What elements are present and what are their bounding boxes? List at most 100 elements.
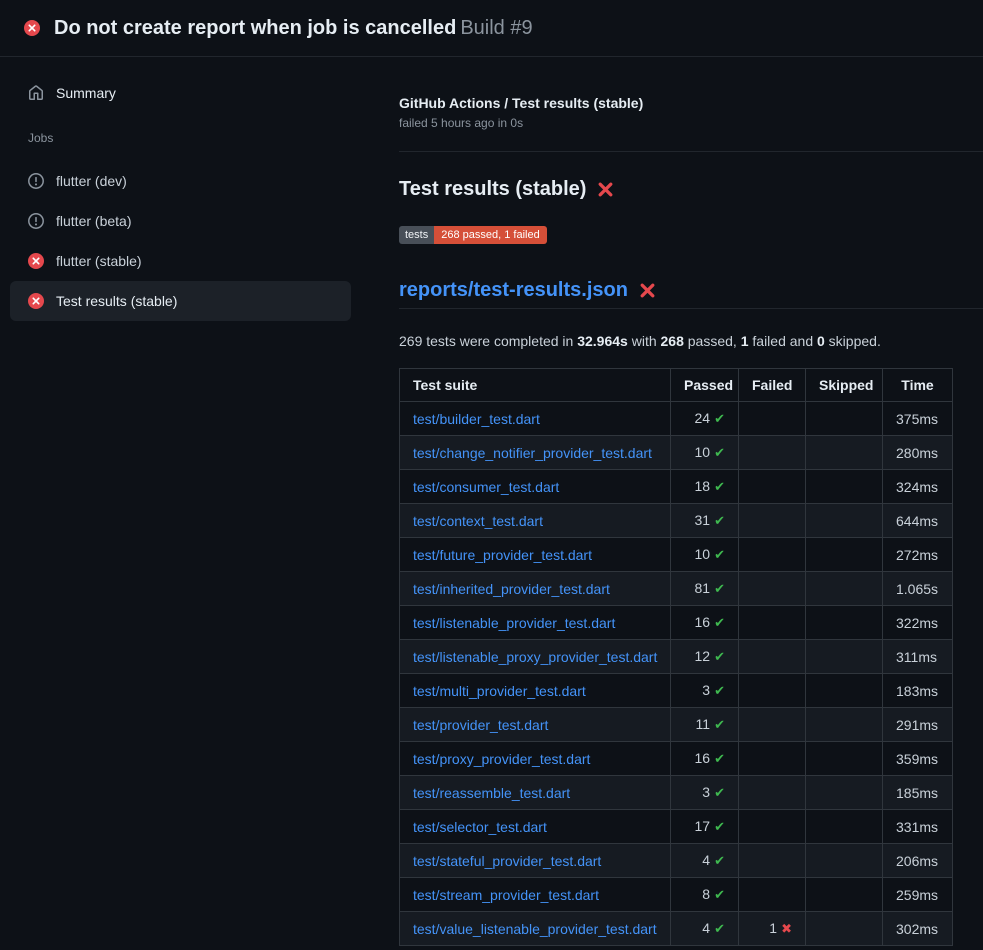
time-cell: 185ms <box>883 776 953 810</box>
passed-cell: 24✔ <box>671 402 739 436</box>
cross-mark-icon <box>597 181 614 198</box>
suite-link[interactable]: test/consumer_test.dart <box>413 479 559 495</box>
time-cell: 1.065s <box>883 572 953 606</box>
suite-link[interactable]: test/reassemble_test.dart <box>413 785 570 801</box>
failed-status-icon <box>28 293 44 309</box>
suite-cell: test/future_provider_test.dart <box>400 538 671 572</box>
job-label: flutter (beta) <box>56 213 131 229</box>
col-header-time: Time <box>883 369 953 402</box>
skipped-cell <box>806 538 883 572</box>
page-title: Do not create report when job is cancell… <box>54 17 533 40</box>
section-title-text: Test results (stable) <box>399 178 586 201</box>
suite-link[interactable]: test/stream_provider_test.dart <box>413 887 599 903</box>
time-cell: 322ms <box>883 606 953 640</box>
passed-cell: 3✔ <box>671 776 739 810</box>
sidebar-item-summary[interactable]: Summary <box>10 73 351 113</box>
report-link[interactable]: reports/test-results.json <box>399 279 628 302</box>
sidebar-item-flutter-dev[interactable]: flutter (dev) <box>10 161 351 201</box>
col-header-skipped: Skipped <box>806 369 883 402</box>
skipped-cell <box>806 470 883 504</box>
passed-cell: 18✔ <box>671 470 739 504</box>
suite-link[interactable]: test/value_listenable_provider_test.dart <box>413 921 657 937</box>
table-row: test/stream_provider_test.dart 8✔ 259ms <box>400 878 953 912</box>
passed-cell: 31✔ <box>671 504 739 538</box>
summary-line: 269 tests were completed in 32.964s with… <box>399 333 983 349</box>
report-title: reports/test-results.json <box>399 279 983 309</box>
suite-link[interactable]: test/selector_test.dart <box>413 819 547 835</box>
sidebar-item-test-results-stable[interactable]: Test results (stable) <box>10 281 351 321</box>
table-row: test/multi_provider_test.dart 3✔ 183ms <box>400 674 953 708</box>
suite-link[interactable]: test/inherited_provider_test.dart <box>413 581 610 597</box>
suite-link[interactable]: test/stateful_provider_test.dart <box>413 853 601 869</box>
time-cell: 375ms <box>883 402 953 436</box>
time-cell: 291ms <box>883 708 953 742</box>
suite-link[interactable]: test/change_notifier_provider_test.dart <box>413 445 652 461</box>
sidebar-item-flutter-stable[interactable]: flutter (stable) <box>10 241 351 281</box>
sidebar-item-flutter-beta[interactable]: flutter (beta) <box>10 201 351 241</box>
time-cell: 644ms <box>883 504 953 538</box>
build-number: Build #9 <box>460 17 532 39</box>
passed-cell: 12✔ <box>671 640 739 674</box>
table-row: test/value_listenable_provider_test.dart… <box>400 912 953 946</box>
suite-link[interactable]: test/listenable_proxy_provider_test.dart <box>413 649 657 665</box>
failed-cell <box>739 436 806 470</box>
suite-cell: test/proxy_provider_test.dart <box>400 742 671 776</box>
app-header: Do not create report when job is cancell… <box>0 0 983 57</box>
skipped-cell <box>806 708 883 742</box>
skipped-cell <box>806 504 883 538</box>
suite-link[interactable]: test/provider_test.dart <box>413 717 548 733</box>
summary-passed-count: 268 <box>661 333 684 349</box>
check-icon: ✔ <box>714 751 725 766</box>
suite-link[interactable]: test/proxy_provider_test.dart <box>413 751 590 767</box>
failed-cell <box>739 742 806 776</box>
badge-label: tests <box>399 226 434 244</box>
main-layout: Summary Jobs flutter (dev) flutter (beta… <box>0 57 983 946</box>
col-header-passed: Passed <box>671 369 739 402</box>
skipped-cell <box>806 742 883 776</box>
summary-duration: 32.964s <box>577 333 628 349</box>
failed-cell <box>739 402 806 436</box>
home-icon <box>28 85 44 101</box>
time-cell: 331ms <box>883 810 953 844</box>
neutral-status-icon <box>28 173 44 189</box>
time-cell: 183ms <box>883 674 953 708</box>
failed-cell <box>739 470 806 504</box>
table-row: test/consumer_test.dart 18✔ 324ms <box>400 470 953 504</box>
check-icon: ✔ <box>714 717 725 732</box>
skipped-cell <box>806 572 883 606</box>
suite-link[interactable]: test/multi_provider_test.dart <box>413 683 586 699</box>
suite-cell: test/consumer_test.dart <box>400 470 671 504</box>
check-icon: ✔ <box>714 921 725 936</box>
check-icon: ✔ <box>714 615 725 630</box>
check-icon: ✔ <box>714 547 725 562</box>
failed-cell <box>739 606 806 640</box>
suite-cell: test/selector_test.dart <box>400 810 671 844</box>
passed-cell: 10✔ <box>671 436 739 470</box>
suite-link[interactable]: test/builder_test.dart <box>413 411 540 427</box>
suite-cell: test/change_notifier_provider_test.dart <box>400 436 671 470</box>
main-content: GitHub Actions / Test results (stable) f… <box>399 57 983 946</box>
failed-cell <box>739 708 806 742</box>
passed-cell: 16✔ <box>671 606 739 640</box>
check-icon: ✔ <box>714 887 725 902</box>
suite-link[interactable]: test/listenable_provider_test.dart <box>413 615 615 631</box>
breadcrumb: GitHub Actions / Test results (stable) <box>399 95 983 111</box>
neutral-status-icon <box>28 213 44 229</box>
suite-cell: test/inherited_provider_test.dart <box>400 572 671 606</box>
sidebar-item-label: Summary <box>56 85 116 101</box>
suite-link[interactable]: test/context_test.dart <box>413 513 543 529</box>
summary-text: passed, <box>684 333 741 349</box>
table-row: test/provider_test.dart 11✔ 291ms <box>400 708 953 742</box>
suite-link[interactable]: test/future_provider_test.dart <box>413 547 592 563</box>
skipped-cell <box>806 810 883 844</box>
check-icon: ✔ <box>714 853 725 868</box>
suite-cell: test/context_test.dart <box>400 504 671 538</box>
check-icon: ✔ <box>714 445 725 460</box>
failed-status-icon <box>24 20 40 36</box>
tests-badge: tests 268 passed, 1 failed <box>399 226 547 244</box>
passed-cell: 81✔ <box>671 572 739 606</box>
skipped-cell <box>806 436 883 470</box>
suite-cell: test/value_listenable_provider_test.dart <box>400 912 671 946</box>
col-header-failed: Failed <box>739 369 806 402</box>
status-line: failed 5 hours ago in 0s <box>399 116 983 130</box>
